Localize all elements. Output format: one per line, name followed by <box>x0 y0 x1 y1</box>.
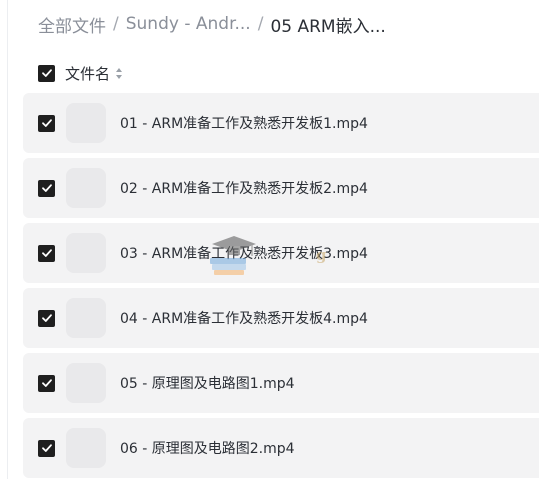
checkmark-icon <box>41 314 52 322</box>
file-checkbox[interactable] <box>38 114 55 132</box>
file-row[interactable]: 02 - ARM准备工作及熟悉开发板2.mp4 <box>23 158 539 218</box>
select-all-checkbox[interactable] <box>38 64 55 82</box>
file-checkbox[interactable] <box>38 309 55 327</box>
breadcrumb-current: 05 ARM嵌入... <box>270 16 386 37</box>
file-name[interactable]: 02 - ARM准备工作及熟悉开发板2.mp4 <box>120 178 368 198</box>
file-checkbox[interactable] <box>38 439 55 457</box>
sidebar-edge <box>0 0 8 479</box>
file-list: 01 - ARM准备工作及熟悉开发板1.mp4 02 - ARM准备工作及熟悉开发… <box>23 93 539 479</box>
file-thumbnail[interactable] <box>66 363 106 403</box>
file-row[interactable]: 04 - ARM准备工作及熟悉开发板4.mp4 <box>23 288 539 348</box>
checkmark-icon <box>41 444 52 452</box>
breadcrumb-root[interactable]: 全部文件 <box>38 12 106 37</box>
file-name[interactable]: 01 - ARM准备工作及熟悉开发板1.mp4 <box>120 113 368 133</box>
file-checkbox[interactable] <box>38 374 55 392</box>
file-name[interactable]: 04 - ARM准备工作及熟悉开发板4.mp4 <box>120 308 368 328</box>
breadcrumb: 全部文件 / Sundy - Andr... / 05 ARM嵌入... <box>38 12 386 37</box>
breadcrumb-separator: / <box>113 14 119 34</box>
file-thumbnail[interactable] <box>66 428 106 468</box>
breadcrumb-separator: / <box>257 14 264 34</box>
checkmark-icon <box>41 184 52 192</box>
filename-column-header[interactable]: 文件名 <box>65 63 110 84</box>
sort-updown-icon[interactable] <box>115 67 123 80</box>
file-name[interactable]: 03 - ARM准备工作及熟悉开发板3.mp4 <box>120 243 368 263</box>
checkmark-icon <box>41 249 52 257</box>
file-name[interactable]: 05 - 原理图及电路图1.mp4 <box>120 373 295 393</box>
file-row[interactable]: 05 - 原理图及电路图1.mp4 <box>23 353 539 413</box>
file-name[interactable]: 06 - 原理图及电路图2.mp4 <box>120 438 295 458</box>
file-checkbox[interactable] <box>38 179 55 197</box>
file-browser-page: 全部文件 / Sundy - Andr... / 05 ARM嵌入... 文件名… <box>0 0 539 479</box>
file-thumbnail[interactable] <box>66 168 106 208</box>
checkmark-icon <box>41 379 52 387</box>
breadcrumb-folder[interactable]: Sundy - Andr... <box>126 14 251 34</box>
list-header: 文件名 <box>38 62 123 84</box>
file-row[interactable]: 03 - ARM准备工作及熟悉开发板3.mp4 <box>23 223 539 283</box>
checkmark-icon <box>41 119 52 127</box>
file-checkbox[interactable] <box>38 244 55 262</box>
file-thumbnail[interactable] <box>66 233 106 273</box>
file-thumbnail[interactable] <box>66 298 106 338</box>
file-row[interactable]: 01 - ARM准备工作及熟悉开发板1.mp4 <box>23 93 539 153</box>
file-thumbnail[interactable] <box>66 103 106 143</box>
file-row[interactable]: 06 - 原理图及电路图2.mp4 <box>23 418 539 478</box>
checkmark-icon <box>41 69 52 77</box>
